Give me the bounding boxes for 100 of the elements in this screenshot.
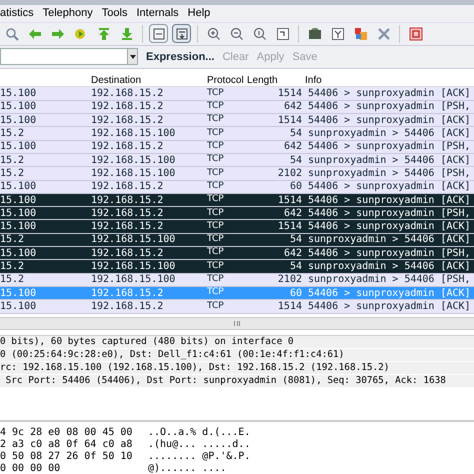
packet-row[interactable]: 15.100 192.168.15.2 TCP 642 54406 > sunproxyadmin [PSH, [0,247,474,260]
destination-cell-text: 192.168.15.2 [91,220,164,234]
source-cell-text: 15.100 [0,286,38,301]
destination-cell-text: 192.168.15.2 [91,100,164,114]
info-cell-text: sunproxyadmin > 54406 [ACK] [308,154,471,168]
packet-row[interactable]: 15.100 192.168.15.2 TCP 1514 54406 > sunproxyadmin [ACK] [0,300,474,314]
length-cell-text: 1514 [276,300,302,314]
autoscroll-toggle-icon[interactable] [172,24,191,44]
destination-cell-text: 192.168.15.100 [91,166,176,181]
protocol-cell-text: TCP [207,246,225,260]
hex-bytes: 4 9c 28 e0 08 00 45 00 [0,426,134,439]
length-cell-text: 54 [288,260,302,274]
hex-bytes: 2 a3 c0 a8 0f 64 c0 a8 [0,438,134,451]
length-cell-text: 54 [288,233,302,248]
info-cell-text: 54406 > sunproxyadmin [PSH, [308,100,471,114]
source-cell-text: 15.100 [0,100,38,114]
destination-cell-text: 192.168.15.100 [91,127,176,142]
info-cell-text: sunproxyadmin > 54406 [PSH, [308,273,471,288]
packet-row[interactable]: 15.2 192.168.15.100 TCP 2102 sunproxyadmin > 54406 [PSH, [0,167,474,181]
destination-cell-text: 192.168.15.2 [91,194,164,208]
scrollbar-grip-icon[interactable] [234,321,240,326]
protocol-cell-text: TCP [207,140,225,154]
expression-button[interactable]: Expression... [146,48,214,66]
length-cell-text: 1514 [276,87,302,102]
packet-row[interactable]: 15.2 192.168.15.100 TCP 54 sunproxyadmin > 54406 [ACK] [0,260,474,274]
protocol-cell-text: TCP [207,126,225,140]
horizontal-scrollbar[interactable] [0,317,474,330]
length-cell-text: 642 [282,100,302,114]
length-cell-text: 54 [288,127,302,142]
protocol-cell-text: TCP [207,220,225,233]
info-cell-text: 54406 > sunproxyadmin [ACK] [308,194,471,208]
packet-row[interactable]: 15.100 192.168.15.2 TCP 1514 54406 > sunproxyadmin [ACK] [0,220,474,234]
menu-item[interactable]: Internals [136,5,179,22]
source-cell-text: 15.100 [0,140,38,154]
destination-cell-text: 192.168.15.2 [91,206,164,221]
length-cell-text: 60 [288,180,302,194]
info-cell-text: 54406 > sunproxyadmin [ACK] [308,180,471,194]
packet-row[interactable]: 15.2 192.168.15.100 TCP 54 sunproxyadmin > 54406 [ACK] [0,234,474,248]
menu-item[interactable]: Tools [102,5,128,22]
length-cell-text: 1514 [276,194,302,208]
packet-row[interactable]: 15.2 192.168.15.100 TCP 54 sunproxyadmin > 54406 [ACK] [0,127,474,141]
destination-cell-text: 192.168.15.100 [91,260,176,274]
filter-field[interactable] [0,48,138,66]
source-cell-text: 15.2 [0,233,26,248]
protocol-cell-text: TCP [207,193,225,206]
protocol-cell-text: TCP [207,233,225,246]
protocol-cell-text: TCP [207,153,225,166]
destination-cell-text: 192.168.15.100 [91,233,176,248]
length-cell-text: 2102 [276,273,302,288]
source-cell-text: 15.100 [0,114,38,128]
ascii-bytes: @)...... .... [148,462,226,474]
packet-row[interactable]: 15.2 192.168.15.100 TCP 2102 sunproxyadmin > 54406 [PSH, [0,274,474,287]
protocol-cell-text: TCP [207,273,225,286]
source-cell-text: 15.2 [0,154,26,168]
menu-item[interactable]: atistics [0,5,34,22]
column-heading[interactable]: Destination [91,72,207,88]
protocol-cell-text: TCP [207,286,225,300]
destination-cell-text: 192.168.15.2 [91,140,164,154]
source-cell-text: 15.2 [0,166,26,181]
info-cell-text: sunproxyadmin > 54406 [ACK] [308,260,471,274]
protocol-cell-text: TCP [207,260,225,273]
dropdown-caret-icon[interactable] [127,49,137,64]
packet-row[interactable]: 15.100 192.168.15.2 TCP 642 54406 > sunproxyadmin [PSH, [0,100,474,114]
packet-row[interactable]: 15.100 192.168.15.2 TCP 1514 54406 > sunproxyadmin [ACK] [0,87,474,101]
packet-row[interactable]: 15.100 192.168.15.2 TCP 1514 54406 > sunproxyadmin [ACK] [0,194,474,208]
info-cell-text: 54406 > sunproxyadmin [PSH, [308,206,471,221]
destination-cell-text: 192.168.15.2 [91,286,164,301]
packet-row[interactable]: 15.100 192.168.15.2 TCP 642 54406 > sunproxyadmin [PSH, [0,207,474,220]
info-cell-text: sunproxyadmin > 54406 [PSH, [308,166,471,181]
protocol-cell-text: TCP [207,113,225,126]
length-cell-text: 2102 [276,166,302,181]
colorize-toggle-icon[interactable] [149,24,168,44]
source-cell-text: 15.100 [0,194,38,208]
packet-row[interactable]: 15.100 192.168.15.2 TCP 1514 54406 > sunproxyadmin [ACK] [0,114,474,128]
column-heading[interactable]: Length [247,72,305,88]
info-cell-text: 54406 > sunproxyadmin [ACK] [308,300,471,314]
packet-row[interactable]: 15.100 192.168.15.2 TCP 60 54406 > sunproxyadmin [ACK] [0,180,474,194]
packet-row[interactable]: 15.2 192.168.15.100 TCP 54 sunproxyadmin > 54406 [ACK] [0,154,474,168]
destination-cell-text: 192.168.15.2 [91,300,164,314]
source-cell-text: 15.100 [0,246,38,261]
source-cell-text: 15.100 [0,87,38,102]
info-cell-text: 54406 > sunproxyadmin [PSH, [308,140,471,154]
source-cell-text: 15.100 [0,220,38,234]
info-cell-text: 54406 > sunproxyadmin [ACK] [308,87,471,101]
column-heading[interactable]: Info [305,72,322,88]
hex-bytes: 0 50 08 27 26 0f 50 10 [0,450,134,464]
packet-row[interactable]: 15.100 192.168.15.2 TCP 642 54406 > sunproxyadmin [PSH, [0,140,474,154]
destination-cell-text: 192.168.15.2 [91,87,164,102]
hex-bytes: 0 00 00 00 [0,462,62,474]
menu-item[interactable]: Telephony [42,5,93,22]
column-heading[interactable]: Protocol [207,72,247,88]
protocol-cell-text: TCP [207,300,225,313]
menu-item[interactable]: Help [188,5,210,22]
length-cell-text: 642 [282,206,302,221]
protocol-cell-text: TCP [207,180,225,193]
ascii-bytes: ........ @P.'&.P. [148,450,250,463]
source-cell-text: 15.100 [0,206,38,221]
source-cell-text: 15.100 [0,300,38,314]
length-cell-text: 54 [288,154,302,168]
protocol-cell-text: TCP [207,206,225,220]
